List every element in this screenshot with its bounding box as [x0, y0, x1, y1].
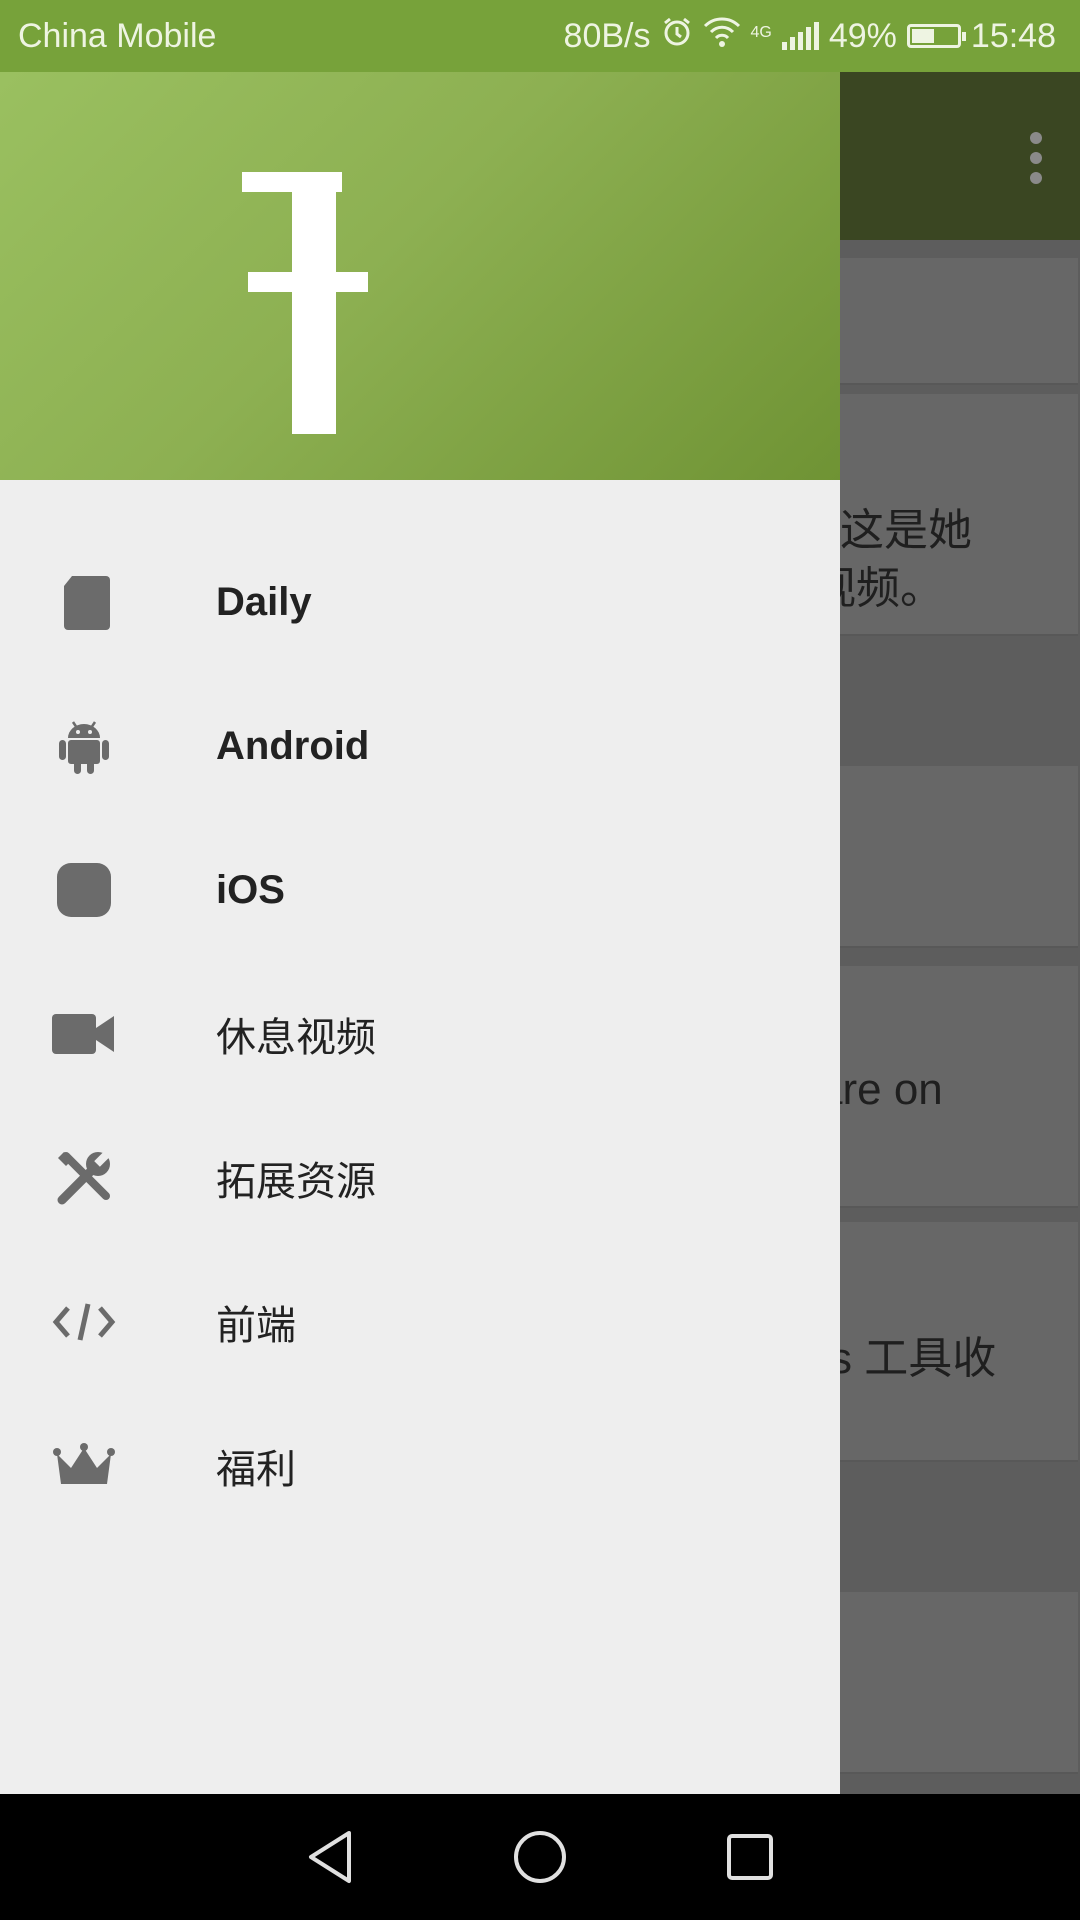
overflow-menu-icon[interactable]	[1030, 132, 1042, 184]
menu-item-label: 前端	[216, 1304, 296, 1348]
menu-item-welfare[interactable]: 福利	[0, 1406, 840, 1526]
daily-icon	[52, 570, 116, 634]
signal-icon	[781, 22, 819, 50]
menu-item-label: iOS	[216, 867, 285, 912]
network-speed: 80B/s	[563, 16, 651, 55]
code-icon	[52, 1290, 116, 1354]
menu-item-label: 休息视频	[216, 1016, 376, 1060]
menu-item-resources[interactable]: 拓展资源	[0, 1118, 840, 1238]
carrier-name: China Mobile	[18, 16, 217, 55]
video-camera-icon	[52, 1002, 116, 1066]
network-type: 4G	[750, 23, 772, 41]
crown-icon	[52, 1434, 116, 1498]
battery-icon	[906, 24, 966, 48]
tools-icon	[52, 1146, 116, 1210]
status-bar: China Mobile 80B/s 4G 49% 15:48	[0, 0, 1080, 72]
feed-snippet: 这是她	[840, 506, 972, 555]
menu-item-label: Daily	[216, 579, 312, 624]
ios-icon	[52, 858, 116, 922]
clock: 15:48	[970, 16, 1056, 55]
navigation-drawer: Daily Android iOS 休息视频 拓展资源 前端 福利	[0, 72, 840, 1794]
menu-item-video[interactable]: 休息视频	[0, 974, 840, 1094]
battery-percent: 49%	[828, 16, 897, 55]
home-icon[interactable]	[510, 1827, 570, 1887]
menu-item-label: 拓展资源	[216, 1160, 376, 1204]
status-indicators: 80B/s 4G 49% 15:48	[564, 16, 1056, 57]
recents-icon[interactable]	[720, 1827, 780, 1887]
menu-item-frontend[interactable]: 前端	[0, 1262, 840, 1382]
menu-item-daily[interactable]: Daily	[0, 542, 840, 662]
android-icon	[52, 714, 116, 778]
menu-item-label: Android	[216, 723, 370, 768]
drawer-header	[0, 72, 840, 480]
app-logo	[242, 172, 368, 434]
alarm-icon	[661, 16, 693, 57]
menu-item-ios[interactable]: iOS	[0, 830, 840, 950]
menu-item-android[interactable]: Android	[0, 686, 840, 806]
back-icon[interactable]	[300, 1827, 360, 1887]
menu-item-label: 福利	[216, 1448, 296, 1492]
system-nav-bar	[0, 1794, 1080, 1920]
wifi-icon	[703, 16, 741, 57]
